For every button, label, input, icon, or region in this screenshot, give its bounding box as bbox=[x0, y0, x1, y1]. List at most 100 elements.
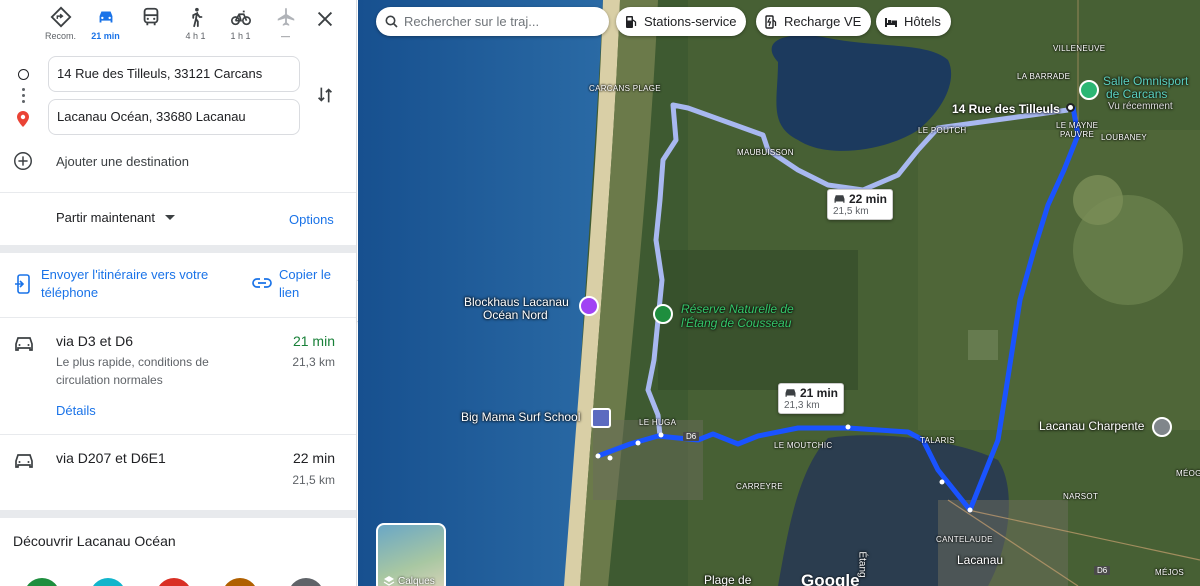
mode-label: 1 h 1 bbox=[230, 31, 251, 41]
place-label: TALARIS bbox=[920, 436, 955, 445]
landmark-pin-icon[interactable] bbox=[579, 296, 599, 316]
route-bubble-main[interactable]: 21 min 21,3 km bbox=[778, 383, 845, 414]
bubble-distance: 21,3 km bbox=[784, 400, 820, 411]
place-label: PAUVRE bbox=[1060, 130, 1095, 139]
chip-label: Hôtels bbox=[904, 14, 941, 29]
place-label: LA BARRADE bbox=[1017, 72, 1071, 81]
poi-label[interactable]: Réserve Naturelle de bbox=[681, 303, 794, 316]
layers-icon bbox=[383, 576, 395, 586]
route-distance: 21,3 km bbox=[292, 355, 335, 369]
route-details-link[interactable]: Détails bbox=[56, 403, 96, 418]
origin-dot-icon bbox=[18, 69, 29, 80]
car-icon bbox=[99, 11, 112, 23]
category-button[interactable] bbox=[90, 578, 126, 586]
copy-link[interactable]: Copier le lien bbox=[279, 266, 341, 302]
route-description: Le plus rapide, conditions de circulatio… bbox=[56, 355, 209, 387]
place-label: NARSOT bbox=[1063, 492, 1099, 501]
category-button[interactable] bbox=[156, 578, 192, 586]
bicycle-icon bbox=[230, 10, 251, 26]
chip-ev-charging[interactable]: Recharge VE bbox=[756, 7, 872, 36]
place-label: CARREYRE bbox=[736, 482, 783, 491]
park-pin-icon[interactable] bbox=[653, 304, 673, 324]
poi-label[interactable]: Lacanau Charpente bbox=[1039, 420, 1144, 433]
place-label: CARCANS PLAGE bbox=[589, 84, 661, 93]
route-option-2[interactable]: via D207 et D6E1 22 min 21,5 km bbox=[0, 435, 356, 509]
category-button[interactable] bbox=[288, 578, 324, 586]
mode-label bbox=[128, 31, 173, 42]
bubble-time: 21 min bbox=[800, 386, 839, 400]
place-label: VILLENEUVE bbox=[1053, 44, 1106, 53]
road-tag: D6 bbox=[683, 432, 700, 441]
mode-label: Recom. bbox=[44, 31, 76, 41]
divider bbox=[0, 192, 356, 193]
route-via: via D3 et D6 bbox=[56, 333, 134, 349]
origin-pin-label[interactable]: 14 Rue des Tilleuls bbox=[952, 103, 1060, 116]
bubble-distance: 21,5 km bbox=[833, 206, 869, 217]
destination-field[interactable]: Lacanau Océan, 33680 Lacanau bbox=[48, 99, 300, 135]
section-divider bbox=[0, 510, 356, 518]
layers-button[interactable]: Calques bbox=[376, 523, 446, 586]
place-label: MÉJOS bbox=[1155, 568, 1185, 577]
route-distance: 21,5 km bbox=[292, 473, 335, 487]
chip-label: Recharge VE bbox=[784, 14, 862, 29]
options-link[interactable]: Options bbox=[289, 212, 334, 227]
route-search-input[interactable]: Rechercher sur le traj... bbox=[376, 7, 609, 36]
walk-mode-button[interactable]: 4 h 1 bbox=[173, 6, 218, 46]
surf-school-pin-icon[interactable] bbox=[591, 408, 611, 428]
car-icon bbox=[834, 195, 845, 203]
category-button[interactable] bbox=[24, 578, 60, 586]
place-label: LE HUGA bbox=[639, 418, 677, 427]
chip-gas-stations[interactable]: Stations-service bbox=[616, 7, 747, 36]
route-bubble-alt[interactable]: 22 min 21,5 km bbox=[827, 189, 894, 220]
add-destination-label: Ajouter une destination bbox=[56, 153, 189, 169]
place-label: LE POUTCH bbox=[918, 126, 967, 135]
google-logo: Google bbox=[801, 571, 860, 586]
town-label: Lacanau bbox=[957, 553, 1004, 567]
route-duration: 21 min bbox=[292, 333, 335, 349]
origin-field[interactable]: 14 Rue des Tilleuls, 33121 Carcans bbox=[48, 56, 300, 92]
car-mode-button[interactable]: 21 min bbox=[83, 6, 128, 46]
place-label: MAUBUISSON bbox=[737, 148, 794, 157]
place-label: LE MOUTCHIC bbox=[774, 441, 833, 450]
walking-icon bbox=[191, 7, 202, 28]
travel-mode-bar: Recom. 21 min 4 h 1 1 h 1 — bbox=[38, 6, 308, 46]
bike-mode-button[interactable]: 1 h 1 bbox=[218, 6, 263, 46]
add-destination-button[interactable]: Ajouter une destination bbox=[12, 150, 189, 172]
place-label: LOUBANEY bbox=[1101, 133, 1147, 142]
business-pin-icon[interactable] bbox=[1152, 417, 1172, 437]
mode-label: 4 h 1 bbox=[185, 31, 206, 41]
swap-icon[interactable] bbox=[314, 84, 336, 106]
ev-charging-icon bbox=[765, 14, 777, 29]
chip-label: Stations-service bbox=[644, 14, 737, 29]
send-route-link[interactable]: Envoyer l'itinéraire vers votre téléphon… bbox=[41, 266, 231, 302]
link-icon bbox=[252, 278, 272, 288]
close-icon[interactable] bbox=[314, 8, 336, 30]
recommended-mode-button[interactable]: Recom. bbox=[38, 6, 83, 46]
flight-mode-button[interactable]: — bbox=[263, 6, 308, 46]
vertical-dots-icon bbox=[22, 88, 25, 106]
sports-venue-pin-icon[interactable] bbox=[1079, 80, 1099, 100]
place-label: LE MAYNE bbox=[1056, 121, 1099, 130]
poi-label[interactable]: l'Étang de Cousseau bbox=[681, 317, 791, 330]
poi-label[interactable]: Océan Nord bbox=[483, 309, 548, 322]
route-duration: 22 min bbox=[292, 450, 335, 466]
car-icon bbox=[15, 454, 33, 468]
transit-mode-button[interactable] bbox=[128, 6, 173, 46]
share-row: Envoyer l'itinéraire vers votre téléphon… bbox=[0, 266, 356, 316]
airplane-icon bbox=[277, 7, 294, 26]
section-divider bbox=[0, 245, 356, 253]
bus-icon bbox=[143, 7, 158, 26]
depart-now-dropdown[interactable]: Partir maintenant bbox=[56, 210, 175, 225]
poi-label[interactable]: Big Mama Surf School bbox=[461, 411, 580, 424]
poi-sublabel: Vu récemment bbox=[1108, 101, 1173, 112]
map-view[interactable]: Rechercher sur le traj... Stations-servi… bbox=[358, 0, 1200, 586]
chip-hotels[interactable]: Hôtels bbox=[876, 7, 951, 36]
depart-label: Partir maintenant bbox=[56, 210, 155, 225]
gas-station-icon bbox=[626, 15, 637, 28]
bubble-time: 22 min bbox=[849, 192, 888, 206]
place-label: CANTELAUDE bbox=[936, 535, 993, 544]
layers-label: Calques bbox=[398, 576, 435, 586]
origin-marker-icon[interactable] bbox=[1066, 103, 1075, 112]
route-option-1[interactable]: via D3 et D6 Le plus rapide, conditions … bbox=[0, 318, 356, 434]
category-button[interactable] bbox=[222, 578, 258, 586]
